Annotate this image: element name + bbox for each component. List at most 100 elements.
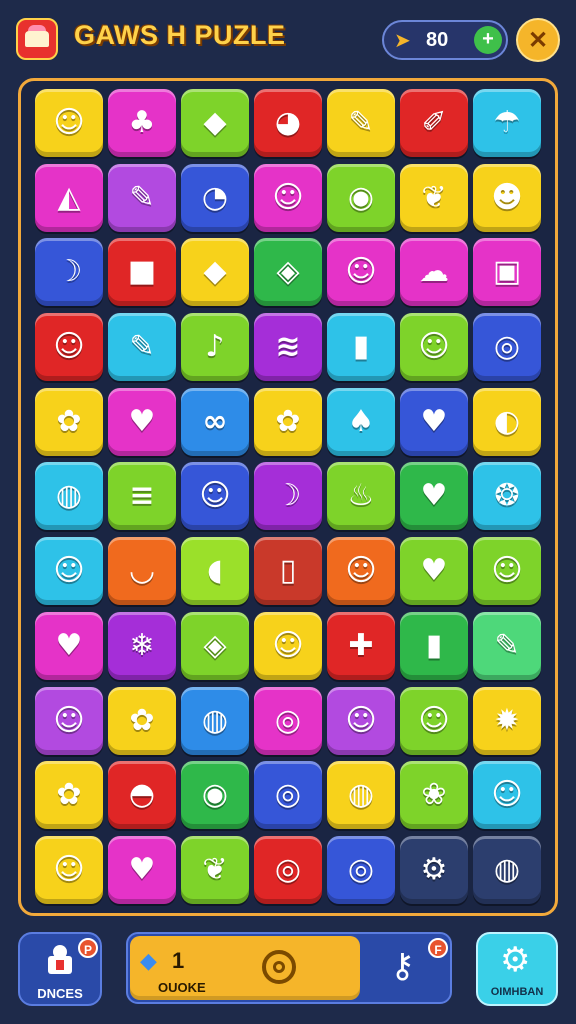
tile[interactable]: ✐ — [400, 89, 468, 157]
tile[interactable]: ◈ — [181, 611, 249, 680]
tile[interactable]: ✿ — [108, 686, 176, 755]
egg-icon: ◍ — [55, 478, 83, 514]
tile[interactable]: ☺ — [473, 761, 541, 830]
tile[interactable]: ◆ — [181, 238, 249, 307]
heart-icon: ♥ — [128, 403, 156, 439]
tile[interactable]: ✿ — [254, 387, 322, 456]
tile[interactable]: ◎ — [327, 835, 395, 904]
tile[interactable]: ▮ — [400, 611, 468, 680]
add-coins-button[interactable]: + — [474, 26, 502, 54]
tile[interactable]: ⚙ — [400, 835, 468, 904]
gem-icon: ◆ — [140, 948, 157, 973]
pencil-icon: ✎ — [348, 105, 374, 140]
tile[interactable]: ☽ — [254, 462, 322, 531]
target-ring-icon[interactable] — [262, 950, 296, 984]
tile[interactable]: ✎ — [327, 89, 395, 157]
mushroom-icon: ☺ — [418, 702, 450, 738]
tile[interactable]: ◐ — [473, 387, 541, 456]
tile[interactable]: ◎ — [254, 835, 322, 904]
tile[interactable]: ☺ — [35, 537, 103, 606]
football-icon: ❂ — [494, 478, 520, 514]
tile[interactable]: ☂ — [473, 89, 541, 157]
pencil-gold-icon: ✎ — [494, 627, 520, 663]
tile[interactable]: ☽ — [35, 238, 103, 307]
tile[interactable]: ◎ — [254, 686, 322, 755]
tile[interactable]: ◖ — [181, 537, 249, 606]
tile[interactable]: ☺ — [35, 89, 103, 157]
tile[interactable]: ◕ — [254, 89, 322, 157]
tile[interactable]: ☁ — [400, 238, 468, 307]
tile[interactable]: ♥ — [400, 537, 468, 606]
tile[interactable]: ☺ — [327, 537, 395, 606]
tile[interactable]: ♣ — [108, 89, 176, 157]
cup-face-icon: ☺ — [345, 553, 377, 589]
tile[interactable]: ◎ — [473, 313, 541, 382]
leaf-flower-icon: ❦ — [202, 851, 228, 887]
tile[interactable]: ☺ — [181, 462, 249, 531]
tile[interactable]: ☺ — [254, 163, 322, 232]
tile[interactable]: ❂ — [473, 462, 541, 531]
tile[interactable]: ♪ — [181, 313, 249, 382]
tile[interactable]: ♨ — [327, 462, 395, 531]
tile[interactable]: ☺ — [327, 686, 395, 755]
tile[interactable]: ♥ — [108, 387, 176, 456]
tile[interactable]: ≡ — [108, 462, 176, 531]
beach-ball-icon: ◍ — [347, 777, 375, 813]
cake-logo-icon[interactable] — [16, 18, 58, 60]
tile[interactable]: ◍ — [473, 835, 541, 904]
tile[interactable]: ◡ — [108, 537, 176, 606]
tile[interactable]: ☺ — [327, 238, 395, 307]
settings-button[interactable]: ⚙ OIMHBAN — [476, 932, 558, 1006]
tile[interactable]: ■ — [108, 238, 176, 307]
close-button[interactable]: ✕ — [516, 18, 560, 62]
tile[interactable]: ◎ — [254, 761, 322, 830]
tile[interactable]: ✹ — [473, 686, 541, 755]
tile[interactable]: ❀ — [400, 761, 468, 830]
tile[interactable]: ♥ — [400, 462, 468, 531]
tile[interactable]: ❄ — [108, 611, 176, 680]
tile[interactable]: ◍ — [327, 761, 395, 830]
tile[interactable]: ♥ — [35, 611, 103, 680]
tile[interactable]: ☺ — [35, 686, 103, 755]
tile[interactable]: ◈ — [254, 238, 322, 307]
tile[interactable]: ◭ — [35, 163, 103, 232]
tile[interactable]: ☺ — [400, 686, 468, 755]
banana-bunch-icon: ☽ — [274, 478, 302, 514]
key-icon[interactable]: ⚷ — [390, 946, 415, 986]
fish-icon: ◆ — [203, 105, 227, 140]
tile[interactable]: ❦ — [400, 163, 468, 232]
tile[interactable]: ✚ — [327, 611, 395, 680]
tile[interactable]: ☺ — [254, 611, 322, 680]
tile[interactable]: ✎ — [108, 313, 176, 382]
tile[interactable]: ☻ — [473, 163, 541, 232]
tile[interactable]: ◉ — [327, 163, 395, 232]
tile[interactable]: ▮ — [327, 313, 395, 382]
tile[interactable]: ☺ — [35, 835, 103, 904]
tile[interactable]: ▣ — [473, 238, 541, 307]
tile[interactable]: ◆ — [181, 89, 249, 157]
tile[interactable]: ✿ — [35, 387, 103, 456]
tile[interactable]: ≋ — [254, 313, 322, 382]
tile[interactable]: ◔ — [181, 163, 249, 232]
tile[interactable]: ♠ — [327, 387, 395, 456]
tile[interactable]: ◍ — [35, 462, 103, 531]
tile[interactable]: ◓ — [108, 761, 176, 830]
tile[interactable]: ♥ — [400, 387, 468, 456]
lightning-bolt-icon: ➤ — [394, 30, 411, 52]
tile[interactable]: ◉ — [181, 761, 249, 830]
tile[interactable]: ◍ — [181, 686, 249, 755]
tile[interactable]: ☺ — [35, 313, 103, 382]
tile[interactable]: ✎ — [473, 611, 541, 680]
tile[interactable]: ▯ — [254, 537, 322, 606]
tile[interactable]: ❦ — [181, 835, 249, 904]
tile[interactable]: ✿ — [35, 761, 103, 830]
orange-smile-icon: ☺ — [491, 777, 523, 813]
game-board: ☺ ♣ ◆ ◕ ✎ ✐ ☂ ◭ ✎ ◔ ☺ ◉ ❦ ☻ ☽ ■ ◆ ◈ ☺ ☁ ▣ ☺ ✎ ♪ ≋ ▮ ☺ ◎ ✿ ♥ ∞ ✿ ♠ ♥ ◐ ◍ ≡ ☺ ☽ ♨… — [18, 78, 558, 916]
tile[interactable]: ♥ — [108, 835, 176, 904]
tile[interactable]: ☺ — [400, 313, 468, 382]
dances-button[interactable]: P DNCES — [18, 932, 102, 1006]
tile[interactable]: ☺ — [473, 537, 541, 606]
tile[interactable]: ∞ — [181, 387, 249, 456]
tile[interactable]: ✎ — [108, 163, 176, 232]
booster-bar[interactable]: ◆ 1 OUOKE ⚷ F — [126, 932, 452, 1004]
